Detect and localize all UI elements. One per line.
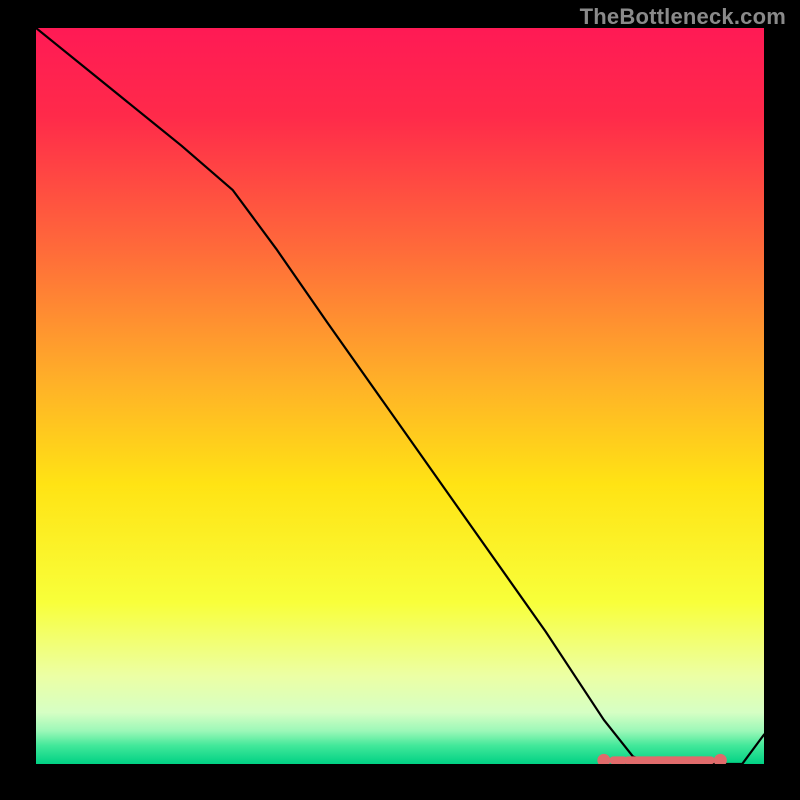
chart-frame: TheBottleneck.com [0, 0, 800, 800]
gradient-background [36, 28, 764, 764]
plot-area [36, 28, 764, 764]
chart-svg [36, 28, 764, 764]
watermark-text: TheBottleneck.com [580, 4, 786, 30]
